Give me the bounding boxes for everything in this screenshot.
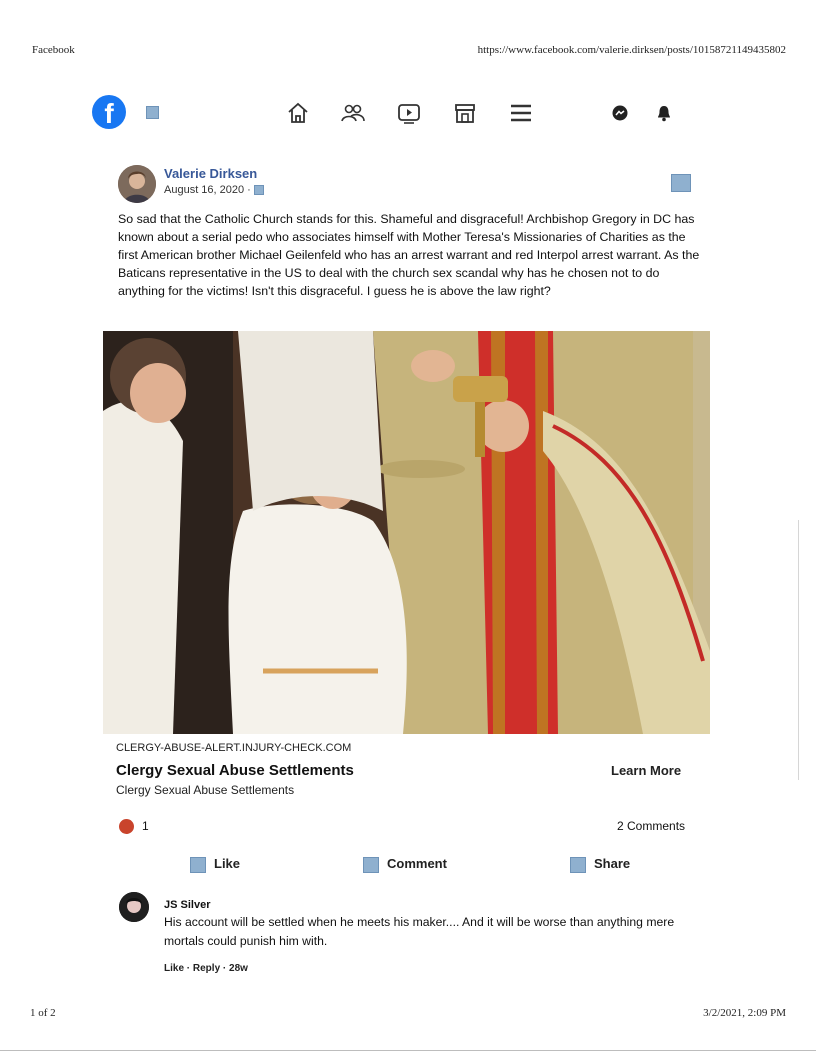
friends-icon[interactable] bbox=[340, 100, 366, 126]
home-icon[interactable] bbox=[285, 100, 311, 126]
audience-icon bbox=[253, 185, 264, 196]
link-subtitle: Clergy Sexual Abuse Settlements bbox=[116, 783, 295, 797]
post-options-icon[interactable] bbox=[671, 174, 691, 192]
commenter-avatar[interactable] bbox=[119, 892, 149, 922]
reaction-count[interactable]: 1 bbox=[142, 819, 149, 833]
print-page-number: 1 of 2 bbox=[30, 1007, 56, 1019]
watch-icon[interactable] bbox=[396, 100, 422, 126]
post-date[interactable]: August 16, 2020 · bbox=[164, 184, 264, 196]
comment-icon bbox=[363, 856, 379, 873]
notifications-icon[interactable] bbox=[651, 100, 677, 126]
comment-button[interactable]: Comment bbox=[363, 856, 447, 873]
like-icon bbox=[190, 856, 206, 873]
messenger-icon[interactable] bbox=[607, 100, 633, 126]
comments-count[interactable]: 2 Comments bbox=[617, 819, 685, 833]
reaction-icon[interactable] bbox=[119, 819, 134, 834]
post-image[interactable] bbox=[103, 331, 710, 734]
post-text: So sad that the Catholic Church stands f… bbox=[118, 212, 700, 298]
search-icon[interactable] bbox=[146, 106, 159, 119]
author-avatar[interactable] bbox=[118, 165, 156, 203]
print-site-label: Facebook bbox=[32, 44, 75, 56]
page-edge-line bbox=[798, 520, 799, 780]
share-button[interactable]: Share bbox=[570, 856, 630, 873]
post-author-name[interactable]: Valerie Dirksen bbox=[164, 166, 257, 181]
facebook-logo[interactable]: f bbox=[92, 95, 126, 129]
learn-more-button[interactable]: Learn More bbox=[611, 763, 681, 778]
link-domain[interactable]: CLERGY-ABUSE-ALERT.INJURY-CHECK.COM bbox=[116, 742, 351, 754]
comment-text: His account will be settled when he meet… bbox=[164, 915, 675, 948]
page-bottom-line bbox=[0, 1050, 816, 1051]
comment-actions[interactable]: Like · Reply · 28w bbox=[164, 963, 248, 974]
print-timestamp: 3/2/2021, 2:09 PM bbox=[703, 1007, 786, 1019]
like-button[interactable]: Like bbox=[190, 856, 240, 873]
marketplace-icon[interactable] bbox=[452, 100, 478, 126]
comment-author[interactable]: JS Silver bbox=[164, 899, 210, 911]
print-url: https://www.facebook.com/valerie.dirksen… bbox=[477, 44, 786, 56]
share-icon bbox=[570, 856, 586, 873]
link-title[interactable]: Clergy Sexual Abuse Settlements bbox=[116, 762, 354, 779]
menu-icon[interactable] bbox=[508, 100, 534, 126]
